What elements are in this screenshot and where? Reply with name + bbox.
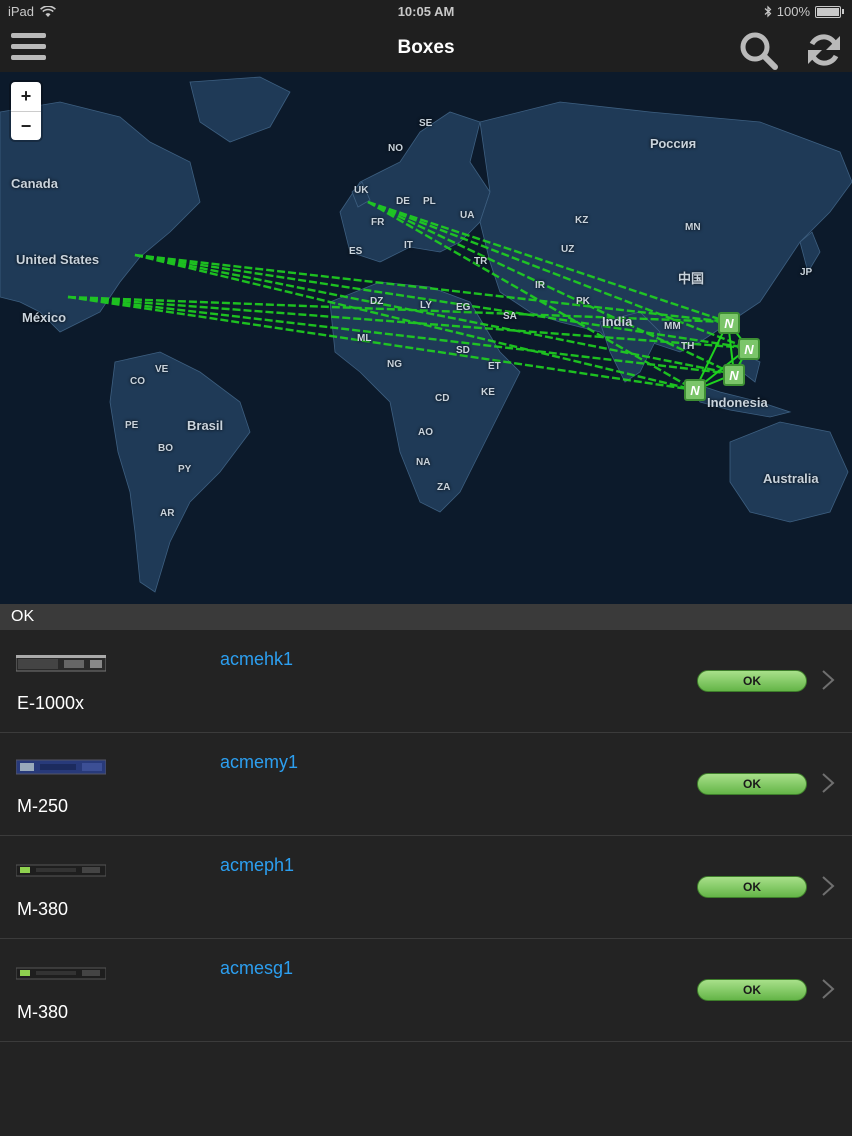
chevron-right-icon xyxy=(822,773,835,793)
map-label-russia: Россия xyxy=(650,136,697,151)
map-label-kz: KZ xyxy=(575,215,589,226)
search-button[interactable] xyxy=(738,30,780,70)
map-label-canada: Canada xyxy=(11,176,58,191)
box-list: E-1000x acmehk1 OK M-250 acmemy1 OK M-38… xyxy=(0,630,852,1042)
map-label-tr: TR xyxy=(474,256,488,267)
map-label-co: CO xyxy=(130,376,145,387)
map-label-ve: VE xyxy=(155,364,169,375)
map-label-cd: CD xyxy=(435,393,450,404)
map-label-pk: PK xyxy=(576,296,590,307)
status-time: 10:05 AM xyxy=(397,4,455,19)
device-name-link[interactable]: acmehk1 xyxy=(220,649,293,670)
appliance-image xyxy=(16,759,106,775)
map-label-de: DE xyxy=(396,196,410,207)
page-title: Boxes xyxy=(397,37,455,58)
status-badge: OK xyxy=(697,979,807,1001)
map-continents xyxy=(0,76,852,593)
map-label-za: ZA xyxy=(437,482,451,493)
list-item[interactable]: E-1000x acmehk1 OK xyxy=(0,630,852,733)
world-map[interactable]: + − Canada United States México Brasil Р… xyxy=(0,72,852,604)
map-label-ar: AR xyxy=(160,508,175,519)
map-label-indonesia: Indonesia xyxy=(707,395,768,410)
map-marker-acmesg1[interactable]: N xyxy=(684,379,706,401)
map-label-es: ES xyxy=(349,246,363,257)
list-item[interactable]: M-250 acmemy1 OK xyxy=(0,733,852,836)
map-label-uk: UK xyxy=(354,185,369,196)
map-label-ir: IR xyxy=(535,280,545,291)
map-label-mn: MN xyxy=(685,222,701,233)
map-label-et: ET xyxy=(488,361,501,372)
map-marker-acmeph1[interactable]: N xyxy=(738,338,760,360)
map-label-ke: KE xyxy=(481,387,495,398)
map-label-eg: EG xyxy=(456,302,471,313)
zoom-in-button[interactable]: + xyxy=(11,82,41,111)
section-header-ok: OK xyxy=(0,604,852,630)
map-label-ng: NG xyxy=(387,359,402,370)
refresh-button[interactable] xyxy=(804,30,844,70)
status-badge: OK xyxy=(697,876,807,898)
status-badge: OK xyxy=(697,773,807,795)
appliance-image xyxy=(16,655,106,672)
map-label-pl: PL xyxy=(423,196,436,207)
battery-percent: 100% xyxy=(776,4,810,19)
map-label-it: IT xyxy=(404,240,413,251)
device-name-link[interactable]: acmemy1 xyxy=(220,752,298,773)
map-label-no: NO xyxy=(388,143,403,154)
device-model: M-380 xyxy=(17,899,69,919)
device-model: E-1000x xyxy=(17,693,85,713)
map-label-india: India xyxy=(602,314,633,329)
map-label-th: TH xyxy=(681,341,695,352)
device-name-link[interactable]: acmeph1 xyxy=(220,855,294,876)
zoom-control: + − xyxy=(11,82,41,140)
chevron-right-icon xyxy=(822,670,835,690)
appliance-image xyxy=(16,967,106,980)
map-label-china: 中国 xyxy=(678,271,705,286)
zoom-out-button[interactable]: − xyxy=(11,111,41,140)
map-label-ly: LY xyxy=(420,300,432,311)
map-label-jp: JP xyxy=(800,267,813,278)
map-label-pe: PE xyxy=(125,420,139,431)
map-label-ao: AO xyxy=(418,427,433,438)
map-marker-acmehk1[interactable]: N xyxy=(718,312,740,334)
map-label-ua: UA xyxy=(460,210,475,221)
bluetooth-icon xyxy=(764,5,772,18)
status-bar: iPad 10:05 AM 100% xyxy=(0,0,852,24)
map-label-fr: FR xyxy=(371,217,385,228)
map-label-mexico: México xyxy=(22,310,67,325)
list-item[interactable]: M-380 acmesg1 OK xyxy=(0,939,852,1042)
list-item[interactable]: M-380 acmeph1 OK xyxy=(0,836,852,939)
map-label-australia: Australia xyxy=(763,471,819,486)
chevron-right-icon xyxy=(822,979,835,999)
refresh-icon xyxy=(808,34,840,66)
map-label-mm: MM xyxy=(664,321,681,332)
map-label-brasil: Brasil xyxy=(187,418,224,433)
battery-icon xyxy=(815,5,841,18)
map-label-se: SE xyxy=(419,118,433,129)
appliance-image xyxy=(16,864,106,877)
map-label-sa: SA xyxy=(503,311,517,322)
search-icon xyxy=(740,32,778,70)
device-model: M-380 xyxy=(17,1002,69,1022)
map-label-py: PY xyxy=(178,464,192,475)
map-label-bo: BO xyxy=(158,443,173,454)
navigation-bar: Boxes xyxy=(0,24,852,72)
chevron-right-icon xyxy=(822,876,835,896)
map-label-uz: UZ xyxy=(561,244,575,255)
map-label-ml: ML xyxy=(357,333,372,344)
map-marker-acmemy1[interactable]: N xyxy=(723,364,745,386)
device-model: M-250 xyxy=(17,796,69,816)
status-badge: OK xyxy=(697,670,807,692)
map-label-sd: SD xyxy=(456,345,470,356)
map-label-na: NA xyxy=(416,457,431,468)
map-label-united-states: United States xyxy=(16,252,100,267)
device-name-link[interactable]: acmesg1 xyxy=(220,958,293,979)
map-label-dz: DZ xyxy=(370,296,384,307)
